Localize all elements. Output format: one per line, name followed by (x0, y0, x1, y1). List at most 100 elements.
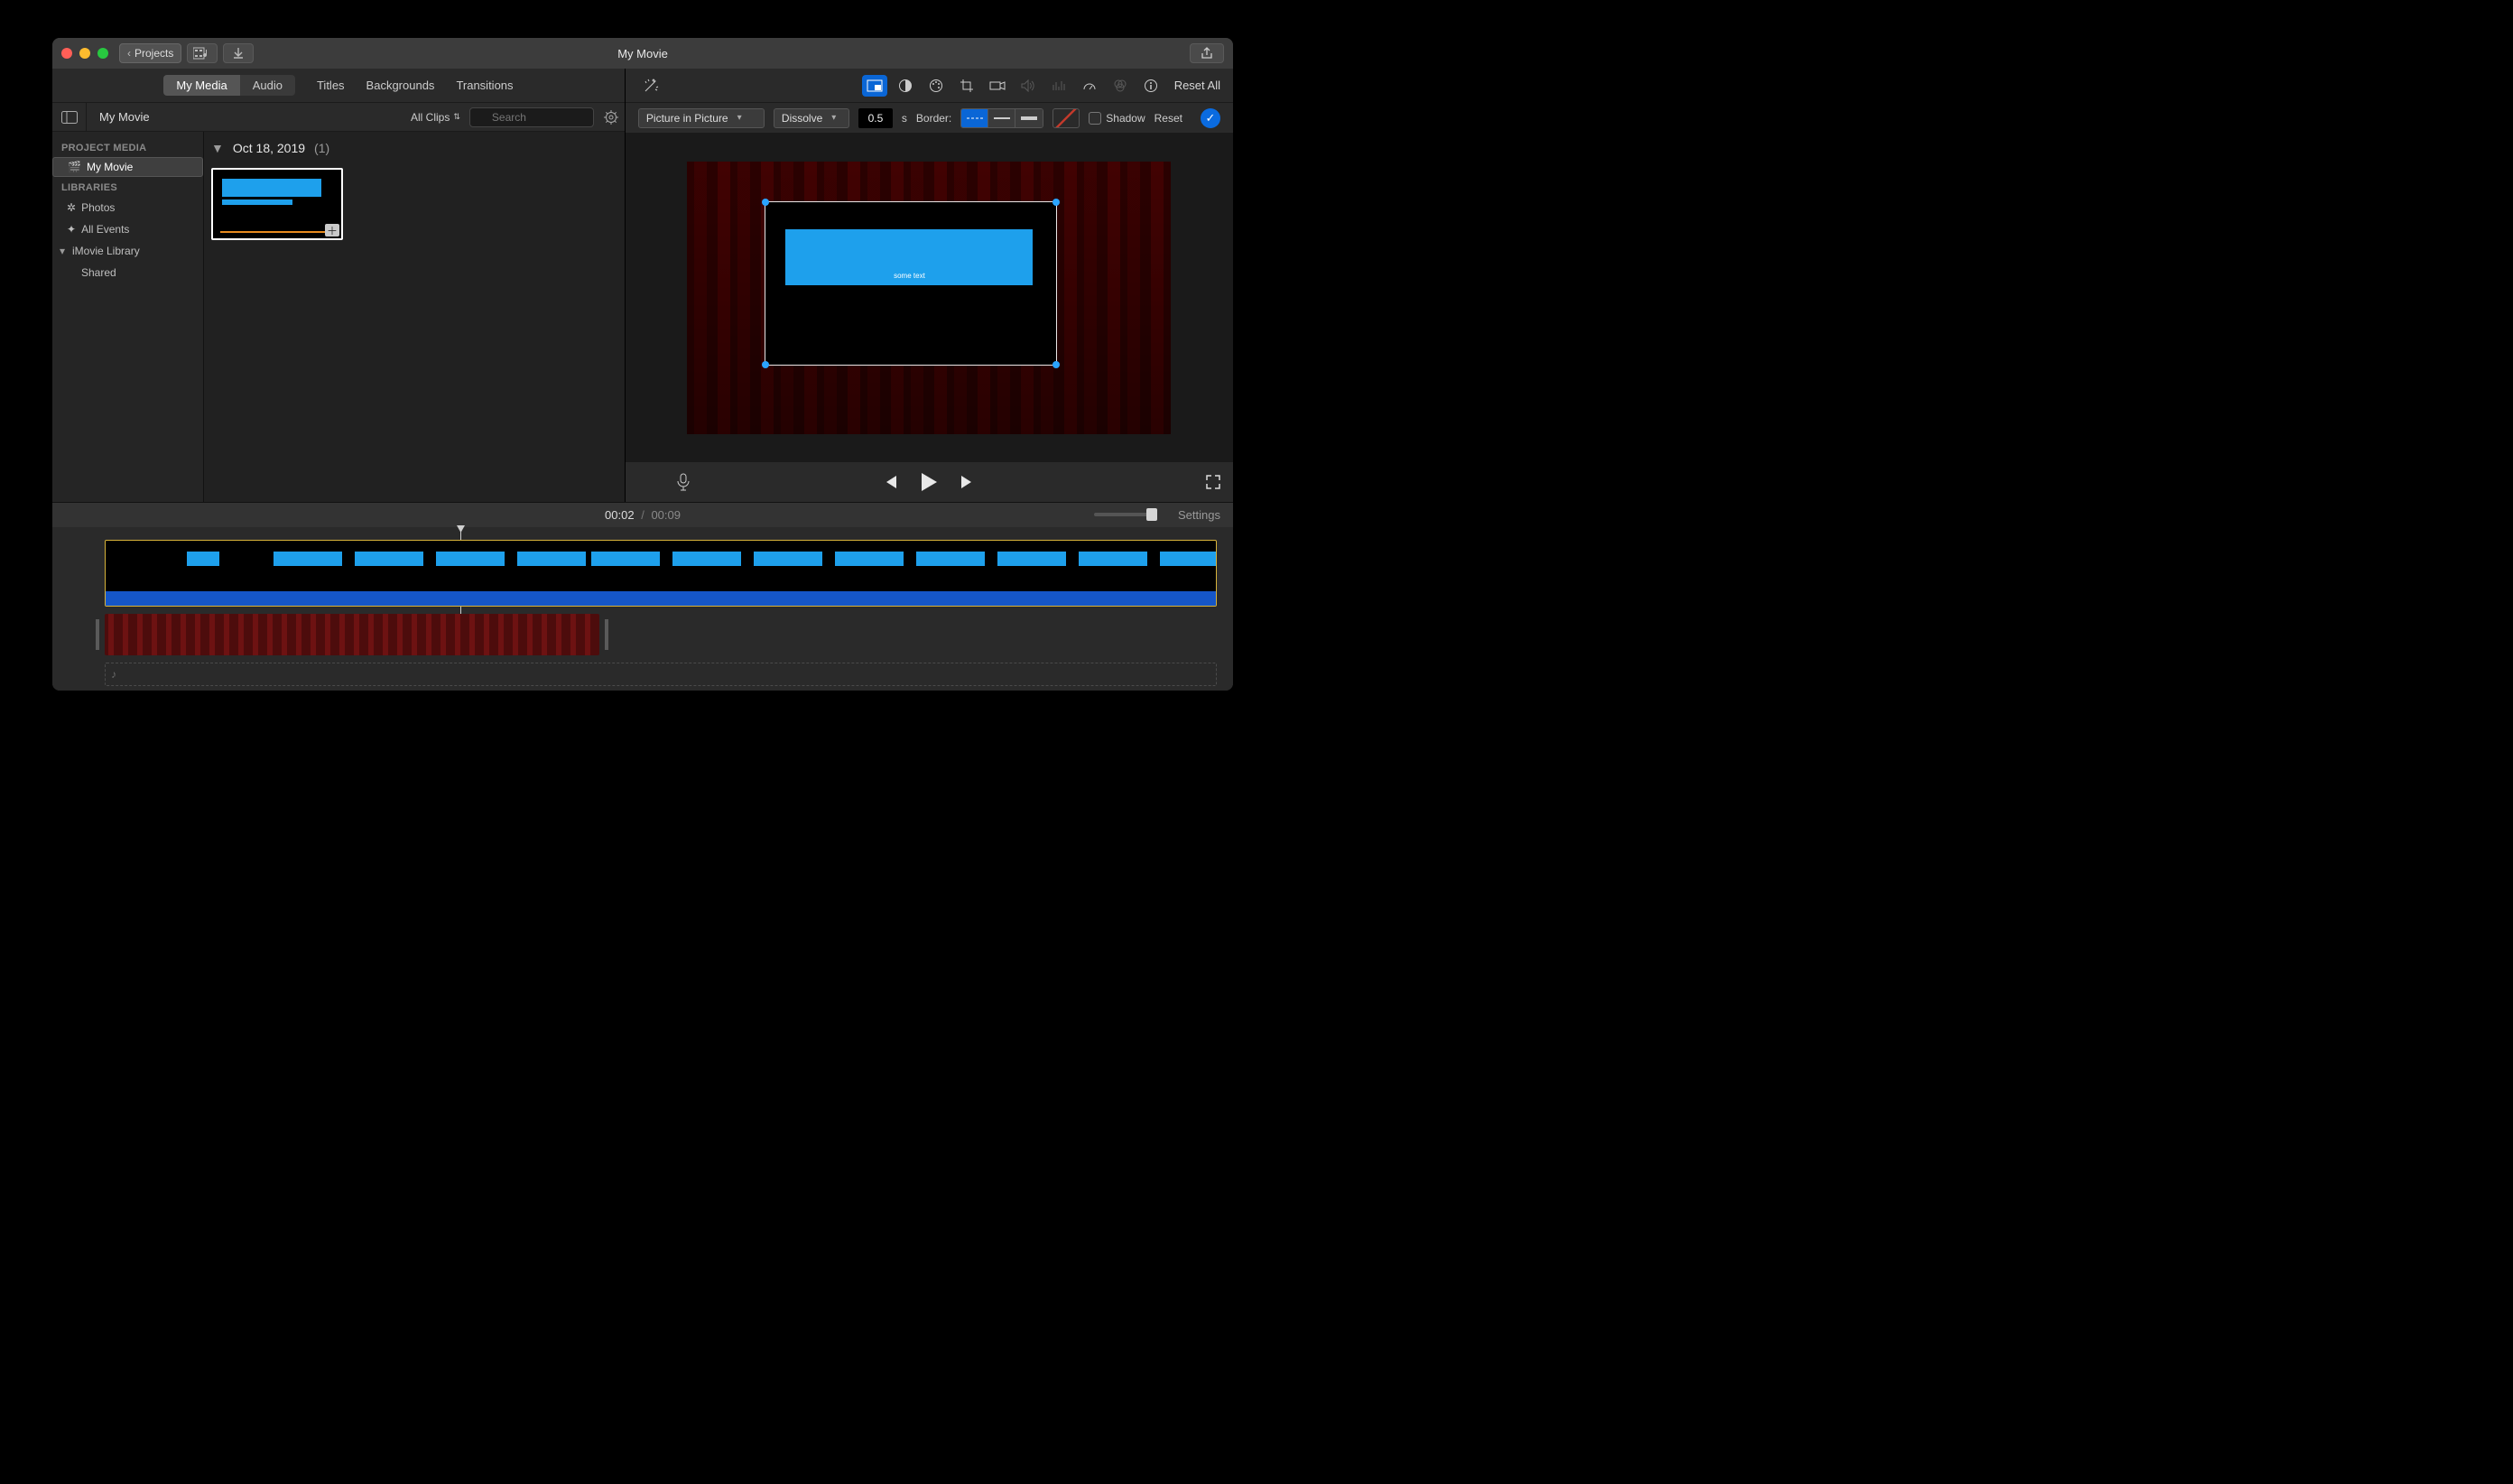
crop-icon (960, 79, 974, 93)
primary-video-clip[interactable] (105, 614, 599, 655)
close-window-button[interactable] (61, 48, 72, 59)
filmstrip-frame (997, 552, 1066, 566)
pip-controls-bar: Picture in Picture ▾ Dissolve ▾ 0.5 s Bo… (626, 103, 1233, 134)
filmstrip-frame (835, 552, 904, 566)
projects-back-button[interactable]: ‹ Projects (119, 43, 181, 63)
pip-frame[interactable]: some text (765, 201, 1057, 366)
filmstrip-frame (754, 552, 822, 566)
add-to-timeline-button[interactable]: ＋ (325, 224, 339, 237)
noise-eq-button[interactable] (1046, 75, 1071, 97)
play-icon (920, 472, 938, 492)
tab-transitions[interactable]: Transitions (456, 79, 513, 92)
timeline[interactable]: ♪ (52, 527, 1233, 691)
clip-thumbnail[interactable]: ＋ (211, 168, 343, 240)
tab-titles[interactable]: Titles (317, 79, 345, 92)
sidebar-item-shared[interactable]: Shared (52, 262, 203, 283)
sidebar-toggle-button[interactable] (52, 103, 87, 132)
search-input[interactable] (469, 107, 594, 127)
overlay-mode-select[interactable]: Picture in Picture ▾ (638, 108, 765, 128)
media-tab-segment: My Media Audio (163, 75, 295, 96)
clips-filter-dropdown[interactable]: All Clips ⇅ (402, 111, 469, 124)
sidebar-item-photos[interactable]: ✲ Photos (52, 197, 203, 218)
volume-button[interactable] (1015, 75, 1041, 97)
wand-icon (643, 78, 659, 94)
inspector-toolbar: Reset All (626, 69, 1233, 103)
transition-duration-field[interactable]: 0.5 (858, 108, 893, 128)
share-button[interactable] (1190, 43, 1224, 63)
libraries-header: LIBRARIES (52, 177, 203, 197)
transition-select[interactable]: Dissolve ▾ (774, 108, 849, 128)
pip-reset-button[interactable]: Reset (1154, 112, 1182, 125)
clip-audio-lane (106, 591, 1216, 606)
updown-icon: ⇅ (453, 112, 460, 122)
stabilization-button[interactable] (985, 75, 1010, 97)
disclosure-triangle-icon[interactable]: ▾ (58, 245, 67, 257)
sidebar-item-all-events[interactable]: ✦ All Events (52, 218, 203, 240)
chevron-down-icon: ▾ (831, 113, 836, 123)
media-import-button[interactable] (187, 43, 218, 63)
total-time: 00:09 (651, 508, 681, 522)
chevron-down-icon: ▾ (737, 113, 742, 123)
equalizer-icon (1052, 79, 1066, 92)
overlay-controls-button[interactable] (862, 75, 887, 97)
border-none-option[interactable] (961, 109, 988, 127)
shadow-checkbox[interactable]: Shadow (1089, 112, 1145, 125)
filmstrip-frame (187, 552, 219, 566)
filmstrip-frame (672, 552, 741, 566)
play-button[interactable] (920, 472, 938, 492)
color-correction-button[interactable] (923, 75, 949, 97)
border-width-segment (960, 108, 1043, 128)
flower-icon: ✲ (67, 201, 76, 214)
import-download-button[interactable] (223, 43, 254, 63)
projects-label: Projects (134, 47, 173, 60)
enhance-wand-button[interactable] (638, 75, 663, 97)
audio-track-placeholder[interactable]: ♪ (105, 663, 1217, 686)
skip-back-icon (882, 475, 898, 489)
gear-icon (604, 110, 618, 125)
pip-track-clip[interactable] (105, 540, 1217, 607)
chevron-left-icon: ‹ (127, 47, 131, 60)
sidebar-icon (61, 111, 78, 124)
disclosure-triangle-icon[interactable]: ▼ (211, 141, 224, 155)
resize-handle-tl[interactable] (762, 199, 769, 206)
zoom-window-button[interactable] (97, 48, 108, 59)
tab-backgrounds[interactable]: Backgrounds (366, 79, 435, 92)
info-icon (1144, 79, 1158, 93)
fullscreen-button[interactable] (1206, 475, 1220, 489)
media-date-group[interactable]: ▼ Oct 18, 2019 (1) (211, 141, 617, 155)
overlay-rect-icon (867, 79, 883, 92)
apply-button[interactable]: ✓ (1201, 108, 1220, 128)
zoom-slider[interactable] (1094, 513, 1152, 516)
browser-breadcrumb[interactable]: My Movie (87, 110, 162, 124)
tab-my-media[interactable]: My Media (163, 75, 239, 96)
clip-filter-button[interactable] (1108, 75, 1133, 97)
crop-button[interactable] (954, 75, 979, 97)
prev-button[interactable] (882, 475, 898, 489)
traffic-lights (61, 48, 108, 59)
sidebar-item-imovie-library[interactable]: ▾ iMovie Library (52, 240, 203, 262)
border-thin-option[interactable] (988, 109, 1015, 127)
sidebar-item-my-movie[interactable]: 🎬 My Movie (52, 157, 203, 177)
reset-all-button[interactable]: Reset All (1174, 79, 1220, 92)
video-canvas[interactable]: some text (687, 162, 1171, 434)
transport-controls (626, 462, 1233, 502)
voiceover-button[interactable] (676, 473, 691, 491)
minimize-window-button[interactable] (79, 48, 90, 59)
info-button[interactable] (1138, 75, 1164, 97)
speaker-icon (1021, 79, 1035, 92)
tab-audio[interactable]: Audio (240, 75, 295, 96)
zoom-knob[interactable] (1146, 508, 1157, 521)
timeline-settings-button[interactable]: Settings (1178, 508, 1220, 522)
border-color-swatch[interactable] (1052, 108, 1080, 128)
next-button[interactable] (960, 475, 976, 489)
timeline-header: 00:02 / 00:09 Settings (52, 502, 1233, 527)
titlebar: ‹ Projects My Movie (52, 38, 1233, 69)
share-icon (1201, 47, 1213, 60)
border-thick-option[interactable] (1015, 109, 1043, 127)
color-balance-button[interactable] (893, 75, 918, 97)
browser-settings-button[interactable] (598, 110, 625, 125)
seconds-suffix-label: s (902, 112, 907, 125)
download-arrow-icon (232, 47, 245, 60)
speed-button[interactable] (1077, 75, 1102, 97)
filmstrip-frame (591, 552, 660, 566)
